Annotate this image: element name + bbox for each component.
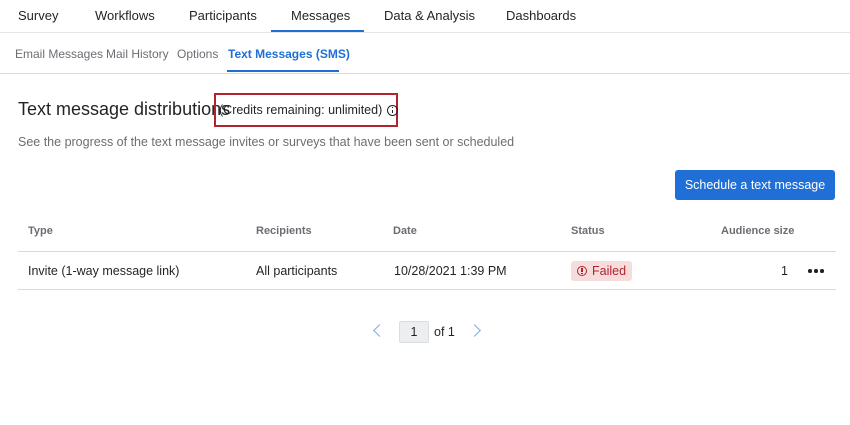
column-header-status[interactable]: Status: [571, 225, 605, 237]
schedule-text-message-button[interactable]: Schedule a text message: [675, 170, 835, 200]
column-header-date[interactable]: Date: [393, 225, 417, 237]
table-header: Type Recipients Date Status Audience siz…: [18, 212, 836, 252]
cell-recipients: All participants: [256, 264, 338, 278]
table-row[interactable]: Invite (1-way message link) All particip…: [18, 252, 836, 290]
tab-workflows[interactable]: Workflows: [95, 8, 155, 23]
credits-label: (Credits remaining: unlimited): [219, 103, 383, 117]
pagination: of 1: [0, 321, 850, 343]
tab-data-analysis[interactable]: Data & Analysis: [384, 8, 475, 23]
cell-audience-size: 1: [781, 264, 788, 278]
active-tab-indicator: [271, 30, 364, 32]
column-header-type[interactable]: Type: [28, 225, 53, 237]
cell-date: 10/28/2021 1:39 PM: [394, 264, 507, 278]
subtab-text-messages-sms[interactable]: Text Messages (SMS): [228, 47, 350, 61]
status-badge: Failed: [571, 261, 633, 281]
chevron-left-icon[interactable]: [373, 324, 386, 337]
status-label: Failed: [592, 264, 627, 278]
tab-participants[interactable]: Participants: [189, 8, 257, 23]
subtab-mail-history[interactable]: Mail History: [106, 47, 169, 61]
cell-type: Invite (1-way message link): [28, 264, 180, 278]
subtab-options[interactable]: Options: [177, 47, 218, 61]
column-header-audience-size[interactable]: Audience size: [721, 225, 794, 237]
tab-messages[interactable]: Messages: [291, 8, 350, 23]
active-subtab-indicator: [227, 70, 339, 72]
error-circle-icon: [577, 266, 587, 276]
sub-navigation: Email Messages Mail History Options Text…: [0, 33, 850, 74]
top-navigation: Survey Workflows Participants Messages D…: [0, 0, 850, 33]
page-number-input[interactable]: [399, 321, 429, 343]
tab-survey[interactable]: Survey: [18, 8, 58, 23]
tab-dashboards[interactable]: Dashboards: [506, 8, 576, 23]
page-title: Text message distributions: [18, 99, 231, 119]
info-icon[interactable]: [387, 104, 399, 116]
page-count: of 1: [434, 325, 455, 339]
more-horizontal-icon[interactable]: [808, 269, 826, 273]
chevron-right-icon[interactable]: [468, 324, 481, 337]
page-description: See the progress of the text message inv…: [18, 135, 515, 149]
credits-remaining: (Credits remaining: unlimited): [219, 103, 399, 117]
column-header-recipients[interactable]: Recipients: [256, 225, 312, 237]
subtab-email-messages[interactable]: Email Messages: [15, 47, 103, 61]
